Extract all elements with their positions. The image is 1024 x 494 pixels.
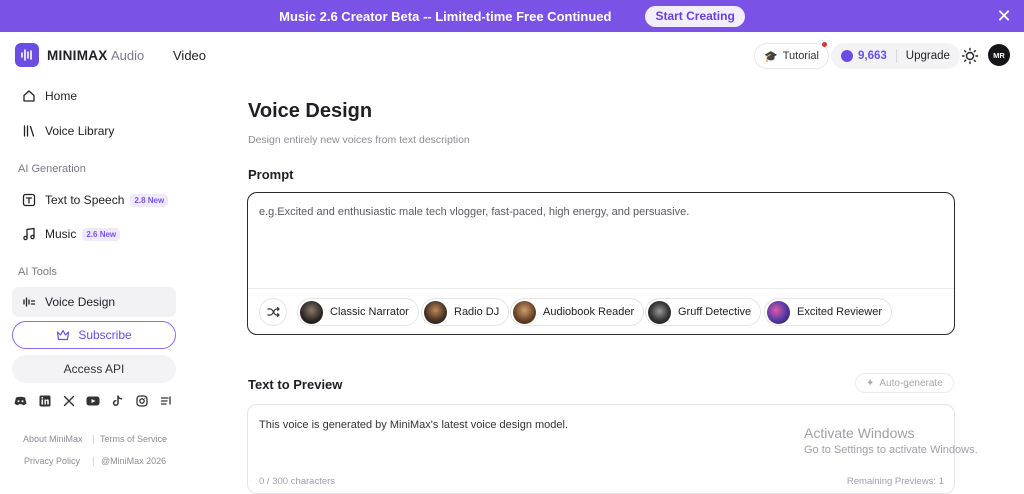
credits-value: 9,663 bbox=[858, 50, 887, 62]
preset-chip-radio-dj[interactable]: Radio DJ bbox=[421, 298, 510, 326]
sidebar-item-label: Text to Speech bbox=[45, 193, 125, 207]
terms-link[interactable]: Terms of Service bbox=[100, 434, 167, 444]
divider bbox=[93, 457, 94, 466]
subscribe-button[interactable]: Subscribe bbox=[12, 321, 176, 349]
sidebar-item-label: Music bbox=[45, 227, 77, 241]
sidebar-item-voice-design[interactable]: Voice Design bbox=[12, 287, 176, 317]
section-ai-tools: AI Tools bbox=[18, 266, 57, 278]
x-icon[interactable] bbox=[62, 393, 77, 409]
preset-chip-gruff-detective[interactable]: Gruff Detective bbox=[645, 298, 762, 326]
preset-label: Gruff Detective bbox=[678, 306, 752, 318]
logo-icon bbox=[15, 43, 39, 67]
preset-chip-classic-narrator[interactable]: Classic Narrator bbox=[297, 298, 419, 326]
promo-banner: Music 2.6 Creator Beta -- Limited-time F… bbox=[0, 0, 1024, 32]
watermark-subtitle: Go to Settings to activate Windows. bbox=[804, 444, 978, 456]
auto-generate-label: Auto-generate bbox=[879, 377, 943, 389]
social-links bbox=[13, 393, 183, 409]
library-icon bbox=[21, 123, 37, 139]
close-icon[interactable]: ✕ bbox=[994, 6, 1014, 26]
home-icon bbox=[21, 88, 37, 104]
tts-icon bbox=[21, 192, 37, 208]
discord-icon[interactable] bbox=[13, 393, 28, 409]
page-subtitle: Design entirely new voices from text des… bbox=[248, 134, 470, 146]
sidebar-item-home[interactable]: Home bbox=[12, 81, 176, 111]
section-ai-generation: AI Generation bbox=[18, 163, 86, 175]
youtube-icon[interactable] bbox=[86, 393, 101, 409]
graduation-icon: 🎓 bbox=[764, 50, 778, 63]
new-badge: 2.6 New bbox=[82, 227, 121, 241]
access-api-button[interactable]: Access API bbox=[12, 355, 176, 383]
preset-avatar bbox=[300, 300, 323, 324]
credits-icon bbox=[841, 50, 853, 62]
tutorial-button[interactable]: 🎓 Tutorial bbox=[754, 42, 829, 69]
notification-dot bbox=[821, 42, 827, 47]
music-icon bbox=[21, 226, 37, 242]
sidebar: Home Voice Library AI Generation Text to… bbox=[0, 80, 190, 484]
sun-icon[interactable] bbox=[961, 47, 979, 65]
prompt-label: Prompt bbox=[248, 167, 294, 182]
tutorial-label: Tutorial bbox=[782, 50, 819, 62]
preset-avatar bbox=[513, 300, 536, 324]
divider bbox=[93, 435, 94, 444]
preset-label: Classic Narrator bbox=[330, 306, 409, 318]
tiktok-icon[interactable] bbox=[110, 393, 125, 409]
linkedin-icon[interactable] bbox=[37, 393, 52, 409]
preset-chip-excited-reviewer[interactable]: Excited Reviewer bbox=[764, 298, 892, 326]
instagram-icon[interactable] bbox=[134, 393, 149, 409]
waveform-icon bbox=[21, 294, 37, 310]
copyright-text: @MiniMax 2026 bbox=[101, 456, 167, 466]
new-badge: 2.8 New bbox=[130, 193, 169, 207]
prompt-input-box[interactable]: e.g.Excited and enthusiastic male tech v… bbox=[247, 192, 955, 335]
preset-chip-audiobook-reader[interactable]: Audiobook Reader bbox=[510, 298, 645, 326]
top-header: MINIMAX Audio Video 🎓 Tutorial 9,663 Upg… bbox=[0, 32, 1024, 80]
nav-audio[interactable]: Audio bbox=[111, 48, 144, 63]
preset-avatar bbox=[424, 300, 447, 324]
remaining-previews: Remaining Previews: 1 bbox=[846, 476, 944, 487]
credits-box: 9,663 Upgrade bbox=[831, 43, 960, 69]
sidebar-item-text-to-speech[interactable]: Text to Speech 2.8 New bbox=[12, 185, 176, 215]
subscribe-label: Subscribe bbox=[78, 328, 132, 342]
activate-windows-watermark: Activate Windows Go to Settings to activ… bbox=[804, 425, 978, 456]
divider bbox=[895, 49, 897, 63]
preview-label: Text to Preview bbox=[248, 377, 343, 392]
char-count: 0 / 300 characters bbox=[259, 476, 336, 487]
preset-label: Radio DJ bbox=[454, 306, 500, 318]
privacy-link[interactable]: Privacy Policy bbox=[24, 456, 80, 466]
upgrade-button[interactable]: Upgrade bbox=[906, 50, 950, 62]
sidebar-item-voice-library[interactable]: Voice Library bbox=[12, 116, 176, 146]
divider bbox=[248, 288, 954, 289]
preview-text-input[interactable]: This voice is generated by MiniMax's lat… bbox=[259, 419, 568, 431]
sidebar-item-music[interactable]: Music 2.6 New bbox=[12, 219, 176, 249]
logo-text[interactable]: MINIMAX bbox=[47, 48, 108, 63]
start-creating-button[interactable]: Start Creating bbox=[645, 5, 745, 27]
feed-icon[interactable] bbox=[159, 393, 174, 409]
about-link[interactable]: About MiniMax bbox=[23, 434, 83, 444]
nav-video[interactable]: Video bbox=[173, 48, 206, 63]
page-title: Voice Design bbox=[248, 100, 373, 122]
sparkle-icon: ✦ bbox=[866, 377, 875, 389]
auto-generate-button[interactable]: ✦ Auto-generate bbox=[855, 373, 954, 393]
watermark-title: Activate Windows bbox=[804, 425, 915, 441]
prompt-input[interactable]: e.g.Excited and enthusiastic male tech v… bbox=[259, 206, 689, 218]
sidebar-item-label: Voice Design bbox=[45, 295, 116, 309]
preset-avatar bbox=[767, 300, 790, 324]
preset-avatar bbox=[648, 300, 671, 324]
sidebar-item-label: Voice Library bbox=[45, 124, 115, 138]
preset-label: Audiobook Reader bbox=[543, 306, 635, 318]
preset-label: Excited Reviewer bbox=[797, 306, 882, 318]
shuffle-icon[interactable] bbox=[259, 298, 287, 326]
sidebar-item-label: Home bbox=[45, 89, 78, 103]
banner-text: Music 2.6 Creator Beta -- Limited-time F… bbox=[279, 8, 612, 24]
crown-icon bbox=[56, 329, 70, 341]
avatar[interactable]: MR bbox=[988, 44, 1010, 66]
